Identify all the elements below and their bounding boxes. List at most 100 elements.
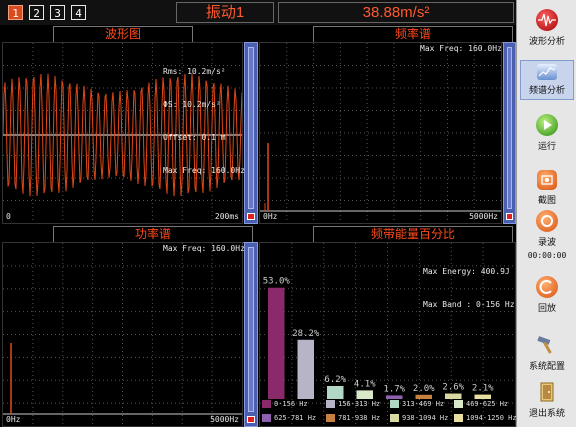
record-icon	[536, 210, 558, 232]
legend-swatch	[390, 414, 399, 422]
scroll-handle[interactable]	[506, 213, 513, 220]
spectrum-analysis-icon	[537, 64, 557, 80]
max-energy-value: Max Energy: 400.9J	[423, 267, 510, 276]
legend-swatch	[390, 400, 399, 408]
x-axis-end: 5000Hz	[469, 212, 498, 221]
record-timer: 00:00:00	[527, 251, 567, 260]
power-plot[interactable]: Max Freq: 160.0Hz 0Hz 5000Hz	[2, 242, 245, 427]
system-config-icon	[536, 334, 558, 356]
playback-label: 回放	[537, 303, 556, 313]
legend-item: 313-469 Hz	[390, 399, 444, 410]
legend-label: 1094-1250 Hz	[466, 414, 517, 422]
run-label: 运行	[537, 141, 556, 151]
legend-swatch	[326, 414, 335, 422]
legend-item: 1094-1250 Hz	[454, 413, 517, 424]
playback-icon	[536, 276, 558, 298]
bar-value-label: 1.7%	[383, 384, 405, 394]
bar	[268, 287, 285, 399]
legend-label: 0-156 Hz	[274, 400, 308, 408]
bar-value-label: 4.1%	[354, 379, 376, 389]
channel-name: 振动1	[176, 2, 274, 23]
legend-label: 313-469 Hz	[402, 400, 445, 408]
bar-value-label: 2.1%	[472, 384, 494, 394]
waveform-plot[interactable]: Rms: 10.2m/s² ΦS: 10.2m/s² Offset: 0.1 m…	[2, 42, 245, 224]
power-graph	[3, 243, 242, 426]
legend-label: 625-781 Hz	[274, 414, 317, 422]
offset-value: Offset: 0.1 m	[163, 133, 226, 142]
bar	[297, 339, 314, 399]
spectrum-title: 频率谱	[313, 26, 513, 43]
exit-button[interactable]: 退出系统	[517, 381, 576, 419]
waveform-analysis-label: 波形分析	[528, 36, 565, 46]
screenshot-icon	[537, 170, 557, 190]
legend-item: 781-938 Hz	[326, 413, 380, 424]
x-axis-end: 200ms	[214, 212, 239, 221]
legend-swatch	[262, 400, 271, 408]
band-energy-title: 频带能量百分比	[313, 226, 513, 243]
spectrum-analysis-button[interactable]: 频谱分析	[520, 60, 574, 100]
phi-value: ΦS: 10.2m/s²	[163, 100, 221, 109]
spectrum-scrollbar[interactable]	[503, 42, 516, 224]
band-energy-plot[interactable]: 53.0% 28.2% 6.2% 4.1% 1.7% 2.0% 2.6% 2.1% Max E…	[259, 242, 517, 427]
top-bar: 1 2 3 4 振动1 38.88m/s²	[0, 0, 516, 25]
bar	[356, 390, 373, 399]
channel-4-button[interactable]: 4	[71, 5, 86, 20]
power-max-freq: Max Freq: 160.0Hz	[163, 244, 245, 253]
power-title: 功率谱	[53, 226, 253, 243]
scroll-handle[interactable]	[247, 213, 255, 220]
legend-label: 156-313 Hz	[338, 400, 381, 408]
waveform-analysis-button[interactable]: 波形分析	[517, 9, 576, 47]
legend-label: 469-625 Hz	[466, 400, 509, 408]
rms-value: Rms: 10.2m/s²	[163, 67, 226, 76]
bar-value-label: 28.2%	[292, 329, 320, 339]
exit-label: 退出系统	[528, 408, 565, 418]
channel-1-button[interactable]: 1	[8, 5, 23, 20]
run-icon	[536, 114, 558, 136]
legend-item: 625-781 Hz	[262, 413, 316, 424]
system-config-button[interactable]: 系统配置	[517, 334, 576, 372]
playback-button[interactable]: 回放	[517, 276, 576, 314]
record-label: 录波	[537, 237, 556, 247]
band-legend: 0-156 Hz 156-313 Hz 313-469 Hz 469-625 Hz 62…	[260, 399, 517, 426]
bar-value-label: 2.6%	[442, 383, 464, 393]
x-axis-start: 0Hz	[6, 415, 21, 424]
scroll-handle[interactable]	[247, 416, 255, 423]
spectrum-analysis-label: 频谱分析	[528, 85, 565, 95]
legend-swatch	[454, 414, 463, 422]
max-freq-value: Max Freq: 160.0Hz	[163, 166, 245, 175]
channel-2-button[interactable]: 2	[29, 5, 44, 20]
legend-item: 938-1094 Hz	[390, 413, 448, 424]
right-sidebar: 波形分析 频谱分析 运行 截图 录波 00:00:00 回放 系统配置 退出系统	[516, 0, 576, 427]
legend-item: 0-156 Hz	[262, 399, 308, 410]
measurement-reading: 38.88m/s²	[278, 2, 514, 23]
x-axis-start: 0Hz	[263, 212, 278, 221]
spectrum-max-freq: Max Freq: 160.0Hz	[420, 44, 502, 53]
waveform-analysis-icon	[536, 9, 558, 31]
screenshot-label: 截图	[537, 195, 556, 205]
run-button[interactable]: 运行	[517, 114, 576, 152]
channel-3-button[interactable]: 3	[50, 5, 65, 20]
waveform-title: 波形图	[53, 26, 193, 43]
legend-label: 938-1094 Hz	[402, 414, 449, 422]
bar-value-label: 53.0%	[263, 277, 291, 287]
band-energy-info: Max Energy: 400.9J Max Band : 0-156 Hz	[423, 244, 515, 332]
waveform-scrollbar[interactable]	[244, 42, 258, 224]
record-button[interactable]: 录波 00:00:00	[517, 210, 576, 260]
legend-swatch	[454, 400, 463, 408]
legend-swatch	[262, 414, 271, 422]
legend-item: 469-625 Hz	[454, 399, 508, 410]
system-config-label: 系统配置	[528, 361, 565, 371]
legend-swatch	[326, 400, 335, 408]
legend-label: 781-938 Hz	[338, 414, 381, 422]
waveform-info: Rms: 10.2m/s² ΦS: 10.2m/s² Offset: 0.1 m…	[163, 44, 245, 198]
bar-value-label: 2.0%	[413, 384, 435, 394]
power-scrollbar[interactable]	[244, 242, 258, 427]
x-axis-start: 0	[6, 212, 11, 221]
legend-item: 156-313 Hz	[326, 399, 380, 410]
exit-icon	[536, 381, 558, 403]
screenshot-button[interactable]: 截图	[517, 170, 576, 206]
bar	[327, 385, 344, 399]
spectrum-plot[interactable]: Max Freq: 160.0Hz 0Hz 5000Hz	[259, 42, 502, 224]
x-axis-end: 5000Hz	[210, 415, 239, 424]
max-band-value: Max Band : 0-156 Hz	[423, 300, 515, 309]
